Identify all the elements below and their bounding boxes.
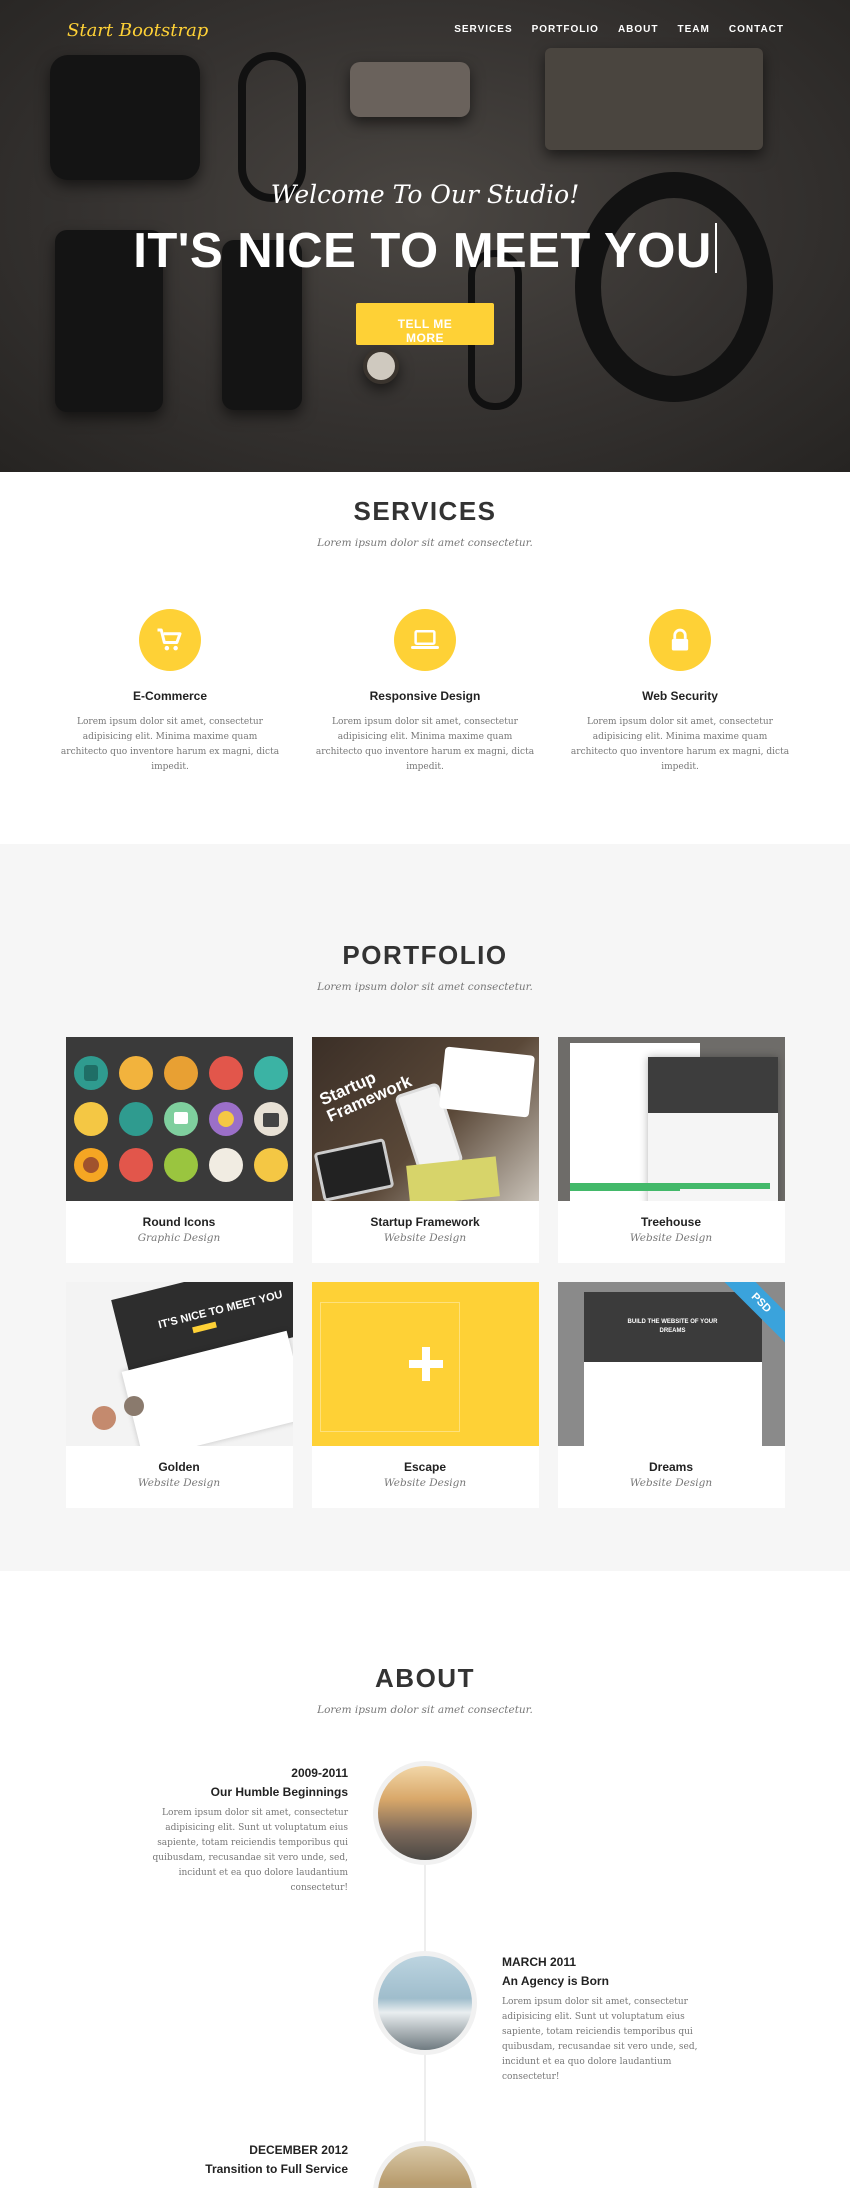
service-title: Web Security [642,689,718,703]
portfolio-item-title[interactable]: Golden [66,1460,293,1474]
laptop-icon [411,630,439,649]
service-text: Lorem ipsum dolor sit amet, consectetur … [315,717,535,772]
portfolio-item-category: Graphic Design [137,1232,221,1244]
avatar [91,1406,116,1430]
service-icon-circle [394,609,456,671]
hero-lead: Welcome To Our Studio! [270,180,580,209]
portfolio-item-treehouse[interactable]: Treehouse Website Design [557,1037,785,1263]
about-section: ABOUT Lorem ipsum dolor sit amet consect… [0,1571,850,2188]
navbar: Start Bootstrap SERVICES PORTFOLIO ABOUT… [0,0,850,60]
portfolio-section: PORTFOLIO Lorem ipsum dolor sit amet con… [0,844,850,1571]
bow-tie-image [350,62,470,117]
portfolio-item-title[interactable]: Round Icons [66,1215,293,1229]
service-text: Lorem ipsum dolor sit amet, consectetur … [570,717,790,772]
portfolio-item-category: Website Design [629,1232,713,1244]
timeline-date: 2009-2011 [291,1766,348,1780]
service-title: E-Commerce [132,689,208,703]
golden-heading-text: IT'S NICE TO MEET YOU [156,1288,284,1332]
wallet-image [50,55,200,180]
service-title: Responsive Design [369,689,481,703]
portfolio-item-dreams[interactable]: BUILD THE WEBSITE OF YOUR DREAMS PSD Dre… [557,1282,785,1508]
service-text: Lorem ipsum dolor sit amet, consectetur … [60,717,280,772]
services-title: SERVICES [353,496,497,526]
service-icon-circle [139,609,201,671]
hero-heading-text: IT'S NICE TO MEET YOU [133,224,712,278]
portfolio-item-startup-framework[interactable]: Startup Framework Startup Framework Webs… [311,1037,539,1263]
notebook-image [545,48,763,150]
portfolio-thumbnail[interactable] [65,1037,293,1201]
timeline-date: DECEMBER 2012 [249,2143,348,2157]
service-ecommerce: E-Commerce Lorem ipsum dolor sit amet, c… [59,609,281,775]
timeline-date: MARCH 2011 [502,1955,577,1969]
timeline-image-1 [373,1761,477,1865]
nav-link-about[interactable]: ABOUT [618,24,659,35]
hero-content: Welcome To Our Studio! IT'S NICE TO MEET… [0,180,850,347]
mockup-yellow-button [191,1321,217,1334]
portfolio-item-category: Website Design [383,1232,467,1244]
nav-menu: SERVICES PORTFOLIO ABOUT TEAM CONTACT [454,24,784,35]
round-icons-artwork [73,1056,288,1182]
device-mockup-laptop [313,1138,394,1201]
brand-logo[interactable]: Start Bootstrap [67,20,208,41]
lock-icon [671,628,689,651]
about-subtitle: Lorem ipsum dolor sit amet consectetur. [317,1704,533,1716]
website-mockup-dark [647,1057,778,1201]
tell-me-more-button[interactable]: TELL ME MORE [356,303,494,345]
service-icon-circle [649,609,711,671]
portfolio-item-title[interactable]: Startup Framework [312,1215,539,1229]
portfolio-thumbnail[interactable]: IT'S NICE TO MEET YOU [65,1282,293,1446]
timeline-title: Our Humble Beginnings [210,1785,348,1799]
mockup-green-bar [569,1183,680,1191]
portfolio-subtitle: Lorem ipsum dolor sit amet consectetur. [317,981,533,993]
portfolio-thumbnail-hover[interactable] [311,1282,539,1446]
mockup-hero-block [647,1057,778,1113]
timeline-item-2: MARCH 2011 An Agency is Born Lorem ipsum… [502,1953,724,2085]
nav-link-team[interactable]: TEAM [678,24,710,35]
timeline-title: An Agency is Born [502,1974,609,1988]
hero-section: Start Bootstrap SERVICES PORTFOLIO ABOUT… [0,0,850,472]
text-cursor [714,223,717,273]
service-security: Web Security Lorem ipsum dolor sit amet,… [569,609,791,775]
timeline-item-3: DECEMBER 2012 Transition to Full Service [125,2141,348,2179]
mockup-hero-block: BUILD THE WEBSITE OF YOUR DREAMS [583,1292,762,1362]
timeline-image-2 [373,1951,477,2055]
services-section: SERVICES Lorem ipsum dolor sit amet cons… [0,472,850,844]
services-subtitle: Lorem ipsum dolor sit amet consectetur. [317,537,533,549]
timeline-item-1: 2009-2011 Our Humble Beginnings Lorem ip… [125,1764,349,1896]
about-title: ABOUT [375,1663,475,1693]
device-mockup-tablet [438,1046,535,1118]
portfolio-item-category: Website Design [137,1477,221,1489]
dreams-heading-text: BUILD THE WEBSITE OF YOUR DREAMS [627,1319,718,1334]
portfolio-item-title[interactable]: Escape [312,1460,539,1474]
portfolio-thumbnail[interactable]: Startup Framework [311,1037,539,1201]
website-mockup: BUILD THE WEBSITE OF YOUR DREAMS [583,1292,762,1446]
hero-heading: IT'S NICE TO MEET YOU [0,223,850,279]
avatar [123,1396,144,1416]
nav-link-services[interactable]: SERVICES [454,24,512,35]
portfolio-thumbnail[interactable]: BUILD THE WEBSITE OF YOUR DREAMS PSD [557,1282,785,1446]
portfolio-item-category: Website Design [629,1477,713,1489]
portfolio-title: PORTFOLIO [342,940,508,970]
watch-image [363,348,399,384]
timeline-text: Lorem ipsum dolor sit amet, consectetur … [152,1808,349,1893]
nav-link-contact[interactable]: CONTACT [729,24,784,35]
service-responsive: Responsive Design Lorem ipsum dolor sit … [314,609,536,775]
portfolio-item-title[interactable]: Dreams [558,1460,785,1474]
timeline-text: Lorem ipsum dolor sit amet, consectetur … [502,1997,698,2082]
timeline-image-3 [373,2141,477,2188]
portfolio-thumbnail[interactable] [557,1037,785,1201]
portfolio-item-category: Website Design [383,1477,467,1489]
shopping-cart-icon [157,628,182,651]
portfolio-item-title[interactable]: Treehouse [558,1215,785,1229]
portfolio-item-round-icons[interactable]: Round Icons Graphic Design [65,1037,293,1263]
plus-icon[interactable] [408,1347,443,1381]
portfolio-item-golden[interactable]: IT'S NICE TO MEET YOU Golden Website Des… [65,1282,293,1508]
timeline-title: Transition to Full Service [205,2162,348,2176]
portfolio-item-escape[interactable]: Escape Website Design [311,1282,539,1508]
nav-link-portfolio[interactable]: PORTFOLIO [532,24,599,35]
